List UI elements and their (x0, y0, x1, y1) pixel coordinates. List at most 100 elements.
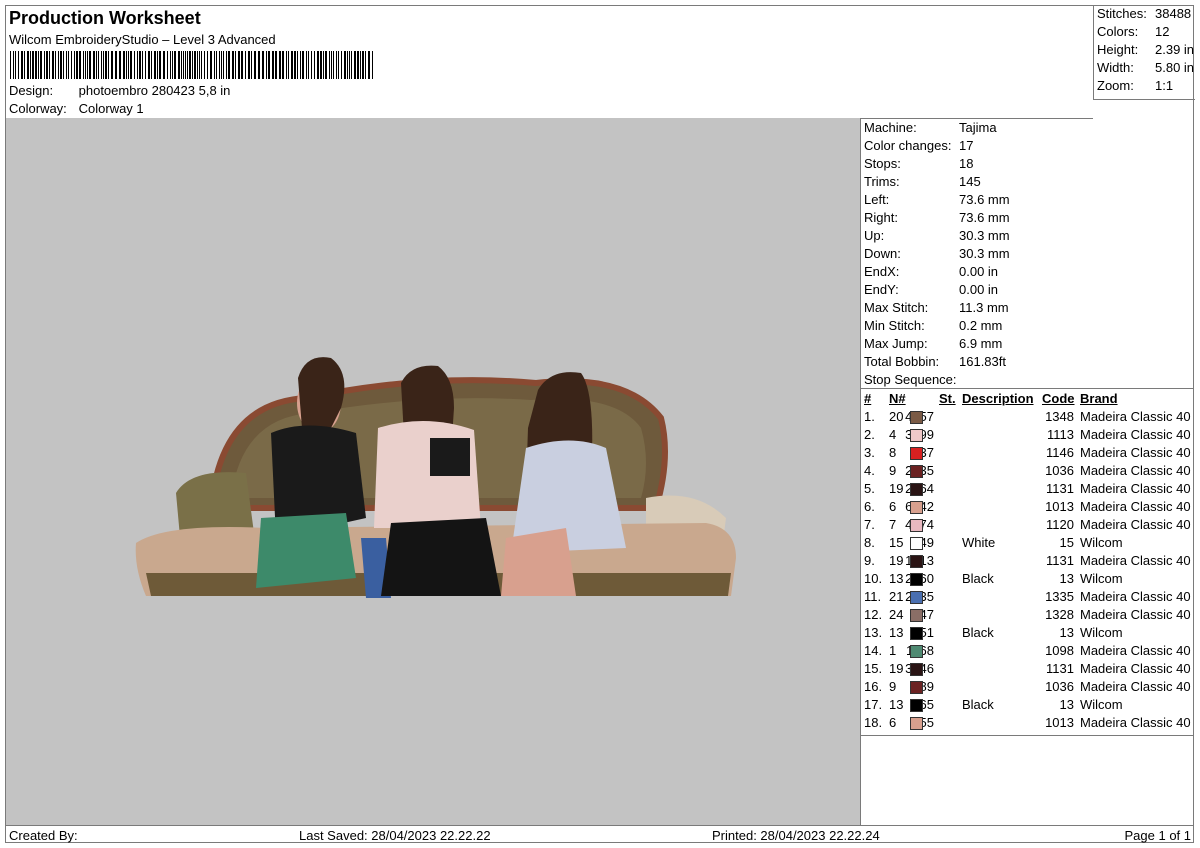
machine-value: Tajima (959, 120, 997, 135)
needle-number: 9 (889, 463, 897, 478)
stat-value: 12 (1155, 24, 1170, 39)
color-swatch (910, 465, 923, 478)
page-number: Page 1 of 1 (1124, 828, 1192, 843)
needle-number: 15 (889, 535, 904, 550)
color-swatch (910, 663, 923, 676)
color-swatch (910, 573, 923, 586)
row-index: 5. (864, 481, 875, 496)
machine-row: Up: 30.3 mm (864, 228, 1010, 243)
thread-brand: Madeira Classic 40 (1080, 481, 1191, 496)
stop-sequence-table: # N# St. Description Code Brand 1.204657… (861, 388, 1194, 736)
machine-value: 145 (959, 174, 981, 189)
thread-code: 1120 (1046, 517, 1074, 532)
thread-code: 1113 (1047, 427, 1074, 442)
colorway-value: Colorway 1 (78, 101, 144, 116)
colorway-label: Colorway: (9, 101, 67, 116)
needle-number: 6 (889, 715, 897, 730)
table-row: 1.2046571348Madeira Classic 40 (861, 409, 1194, 427)
col-code-header: Code (1042, 391, 1075, 406)
color-swatch (910, 447, 923, 460)
thread-code: 1131 (1046, 481, 1074, 496)
thread-code: 1131 (1046, 553, 1074, 568)
color-swatch (910, 429, 923, 442)
needle-number: 21 (889, 589, 904, 604)
stat-row: Zoom: 1:1 (1097, 78, 1173, 93)
machine-row: Right: 73.6 mm (864, 210, 1010, 225)
thread-code: 1348 (1045, 409, 1074, 424)
last-saved: Last Saved: 28/04/2023 22.22.22 (299, 828, 491, 843)
table-row: 3. 8 237 1146 Madeira Classic 40 (861, 445, 1194, 463)
color-swatch (910, 681, 923, 694)
col-description-header: Description (962, 391, 1034, 406)
needle-number: 13 (889, 625, 904, 640)
thread-brand: Madeira Classic 40 (1080, 589, 1191, 604)
thread-brand: Madeira Classic 40 (1080, 409, 1191, 424)
thread-brand: Madeira Classic 40 (1080, 679, 1191, 694)
thread-code: 13 (1059, 625, 1074, 640)
stat-value: 2.39 in (1155, 42, 1195, 57)
table-header: # N# St. Description Code Brand (861, 391, 1194, 409)
machine-label: Max Stitch: (864, 300, 929, 315)
row-index: 9. (864, 553, 875, 568)
machine-value: 0.00 in (959, 264, 999, 279)
color-swatch (910, 555, 923, 568)
needle-number: 20 (889, 409, 904, 424)
table-row: 17. 13 765 Black 13 Wilcom (861, 697, 1194, 715)
stat-value: 5.80 in (1155, 60, 1195, 75)
machine-label: Down: (864, 246, 901, 261)
table-row: 10.132160Black13Wilcom (861, 571, 1194, 589)
machine-row: EndX: 0.00 in (864, 264, 998, 279)
color-swatch (910, 717, 923, 730)
created-by: Created By: (9, 828, 78, 843)
table-row: 8. 15 449 White 15 Wilcom (861, 535, 1194, 553)
machine-label: EndY: (864, 282, 899, 297)
table-row: 14.111681098Madeira Classic 40 (861, 643, 1194, 661)
row-index: 11. (864, 589, 882, 604)
needle-number: 19 (889, 553, 904, 568)
machine-label: Color changes: (864, 138, 952, 153)
needle-number: 13 (889, 697, 904, 712)
design-preview (6, 118, 861, 825)
stat-row: Height: 2.39 in (1097, 42, 1194, 57)
machine-row: Min Stitch: 0.2 mm (864, 318, 1002, 333)
machine-row: Down: 30.3 mm (864, 246, 1010, 261)
machine-value: 11.3 mm (959, 300, 1009, 315)
table-row: 5.1927641131Madeira Classic 40 (861, 481, 1194, 499)
thread-code: 1013 (1045, 499, 1074, 514)
row-index: 13. (864, 625, 883, 640)
thread-code: 13 (1059, 571, 1074, 586)
color-swatch (910, 645, 923, 658)
printed-date: Printed: 28/04/2023 22.22.24 (712, 828, 880, 843)
thread-brand: Madeira Classic 40 (1080, 463, 1191, 478)
color-swatch (910, 699, 923, 712)
stat-label: Colors: (1097, 24, 1139, 39)
stop-sequence-title: Stop Sequence: (864, 372, 957, 387)
color-swatch (910, 411, 923, 424)
stat-label: Zoom: (1097, 78, 1134, 93)
machine-row: EndY: 0.00 in (864, 282, 998, 297)
color-swatch (910, 609, 923, 622)
thread-code: 15 (1059, 535, 1074, 550)
thread-description: White (962, 535, 996, 550)
thread-code: 13 (1059, 697, 1074, 712)
thread-brand: Madeira Classic 40 (1080, 553, 1191, 568)
machine-info-panel: Machine: Tajima Color changes: 17 Stops: 18… (861, 118, 1194, 825)
row-index: 17. (864, 697, 883, 712)
thread-code: 1146 (1046, 445, 1074, 460)
thread-brand: Madeira Classic 40 (1080, 661, 1191, 676)
row-index: 14. (864, 643, 883, 658)
stat-value: 38488 (1155, 6, 1192, 21)
worksheet-footer: Created By: Last Saved: 28/04/2023 22.22… (6, 825, 1194, 844)
machine-label: Total Bobbin: (864, 354, 940, 369)
needle-number: 9 (889, 679, 897, 694)
color-swatch (910, 501, 923, 514)
needle-number: 19 (889, 481, 904, 496)
machine-row: Stops: 18 (864, 156, 973, 171)
needle-number: 6 (889, 499, 897, 514)
machine-value: 73.6 mm (959, 192, 1010, 207)
table-row: 2.430991113Madeira Classic 40 (861, 427, 1194, 445)
row-index: 6. (864, 499, 875, 514)
thread-brand: Madeira Classic 40 (1080, 715, 1191, 730)
row-index: 16. (864, 679, 883, 694)
table-row: 15.1935461131Madeira Classic 40 (861, 661, 1194, 679)
